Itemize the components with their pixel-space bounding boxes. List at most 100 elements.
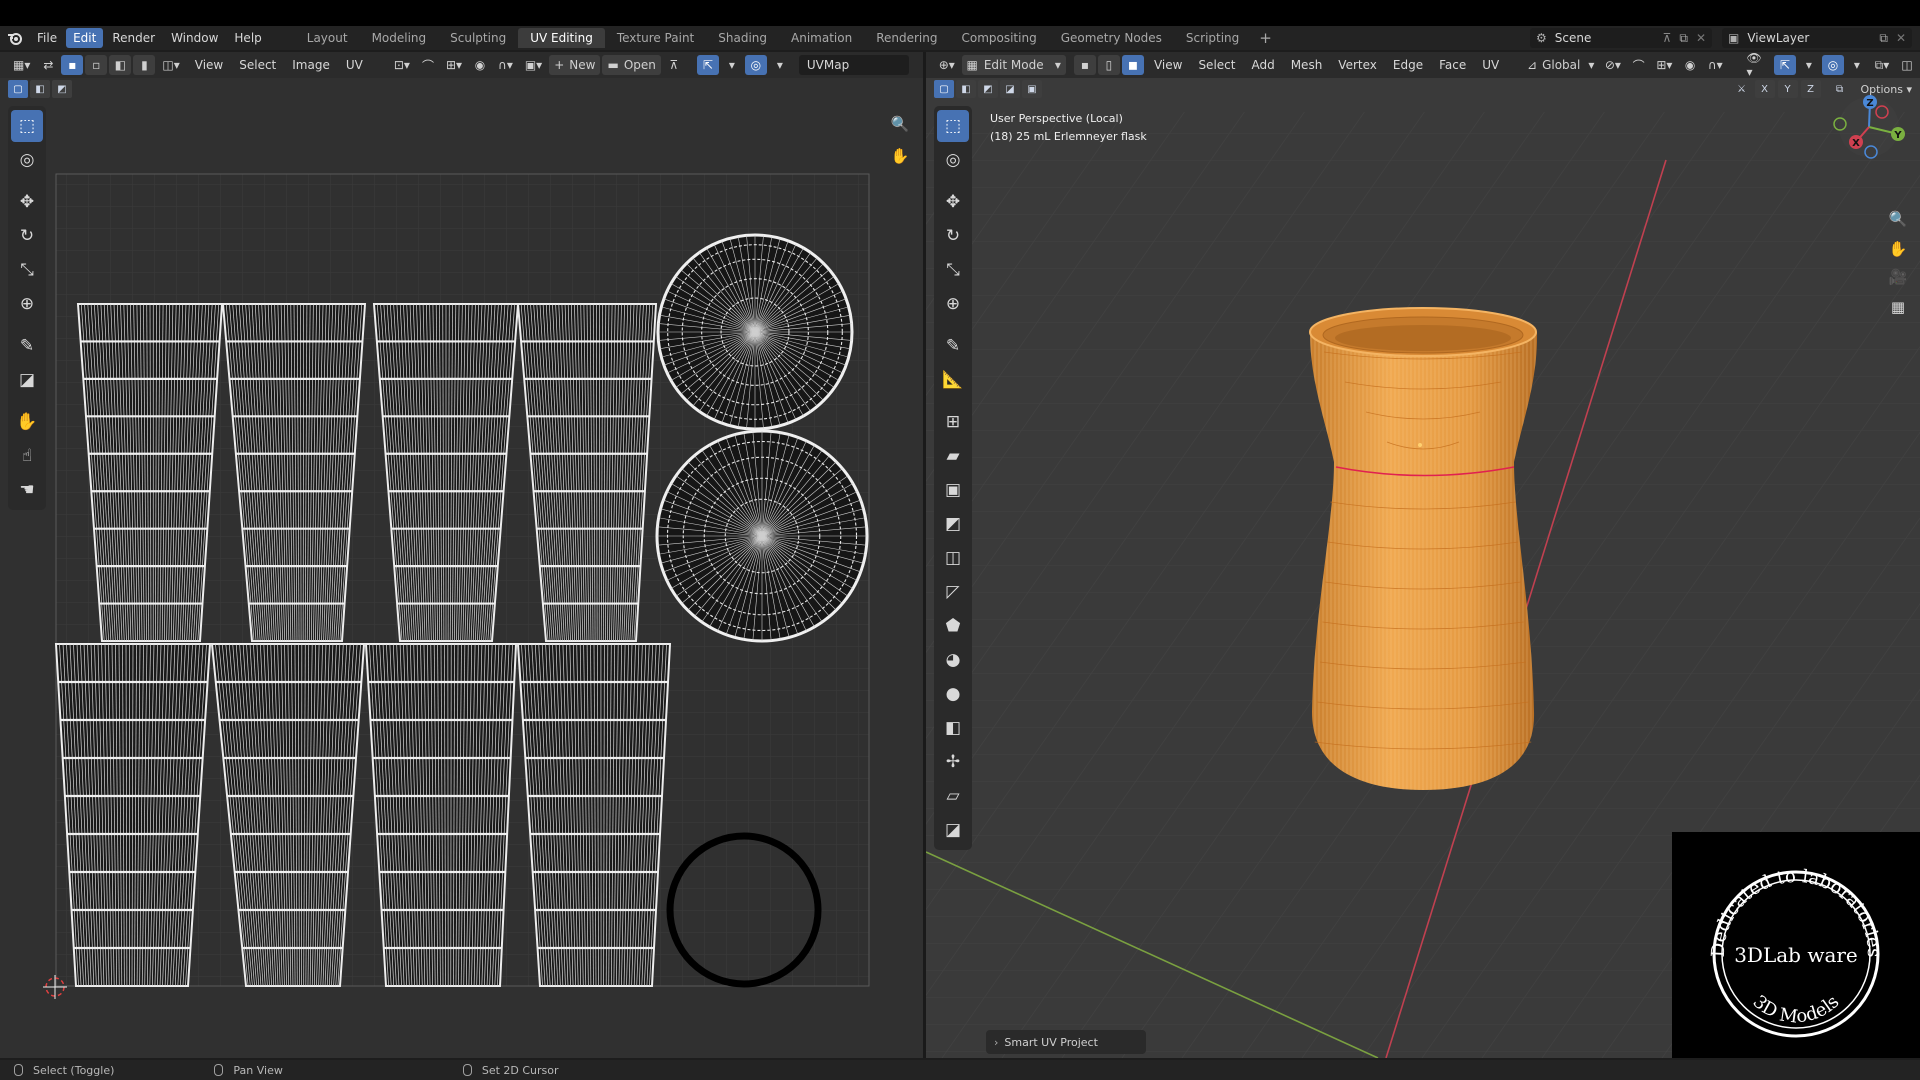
bevel-tool-icon[interactable]: ◩ xyxy=(937,508,969,540)
tab-modeling[interactable]: Modeling xyxy=(360,28,439,48)
mouse-middle-icon xyxy=(214,1064,224,1076)
last-operator-label: Smart UV Project xyxy=(1004,1035,1098,1049)
select-box-tool-icon[interactable]: ⬚ xyxy=(937,110,969,142)
status-bar: Select (Toggle) Pan View Set 2D Cursor xyxy=(0,1060,1920,1080)
extrude-tool-icon[interactable]: ▰ xyxy=(937,440,969,472)
view-layer-selector[interactable]: ▣ ViewLayer ⧉ ✕ xyxy=(1722,28,1912,48)
view-layer-name: ViewLayer xyxy=(1747,31,1810,45)
scale-tool-icon[interactable]: ⤡ xyxy=(937,254,969,286)
poly-build-tool-icon[interactable]: ⬟ xyxy=(937,610,969,642)
status-cursor-label: Set 2D Cursor xyxy=(481,1063,559,1077)
tab-texture-paint[interactable]: Texture Paint xyxy=(605,28,706,48)
gizmo-x-label: X xyxy=(1852,138,1860,149)
select-box-tool-icon[interactable]: ⬚ xyxy=(11,110,43,142)
workspace-tabs: Layout Modeling Sculpting UV Editing Tex… xyxy=(295,28,1252,48)
uv-island-side-7[interactable] xyxy=(364,643,518,987)
scale-tool-icon[interactable]: ⤡ xyxy=(11,254,43,286)
rotate-tool-icon[interactable]: ↻ xyxy=(11,220,43,252)
menu-help[interactable]: Help xyxy=(227,28,268,48)
spin-tool-icon[interactable]: ◕ xyxy=(937,644,969,676)
flask-mesh[interactable] xyxy=(1309,307,1538,790)
knife-tool-icon[interactable]: ◸ xyxy=(937,576,969,608)
transform-tool-icon[interactable]: ⊕ xyxy=(11,288,43,320)
watermark-center-text: 3DLab ware xyxy=(1734,943,1858,967)
tab-animation[interactable]: Animation xyxy=(779,28,864,48)
uv-island-side-8[interactable] xyxy=(516,643,672,987)
measure-tool-icon[interactable]: 📐 xyxy=(937,364,969,396)
tab-compositing[interactable]: Compositing xyxy=(949,28,1048,48)
annotate-tool-icon[interactable]: ✎ xyxy=(11,330,43,362)
pan-hand-icon[interactable]: ✋ xyxy=(1886,237,1910,261)
uv-toolbar: ⬚ ◎ ✥ ↻ ⤡ ⊕ ✎ ◪ ✋ ☝ ☚ xyxy=(8,106,46,510)
new-scene-icon[interactable]: ⧉ xyxy=(1679,31,1688,46)
relax-tool-icon[interactable]: ☝ xyxy=(11,440,43,472)
status-set-cursor: Set 2D Cursor xyxy=(462,1063,559,1077)
annotate-tool-icon[interactable]: ✎ xyxy=(937,330,969,362)
status-select-label: Select (Toggle) xyxy=(33,1063,115,1077)
uv-island-side-1[interactable] xyxy=(76,303,224,642)
pinch-tool-icon[interactable]: ☚ xyxy=(11,474,43,506)
pan-hand-icon[interactable]: ✋ xyxy=(888,144,912,168)
watermark-bottom-text: 3D Models xyxy=(1749,991,1844,1027)
mouse-left-icon xyxy=(14,1064,23,1076)
edge-slide-tool-icon[interactable]: ◧ xyxy=(937,712,969,744)
uv-island-cap-bottom[interactable] xyxy=(655,429,869,643)
tab-rendering[interactable]: Rendering xyxy=(864,28,949,48)
watermark-badge: Dedicated to laboratories 3DLab ware 3D … xyxy=(1672,832,1920,1058)
add-cube-tool-icon[interactable]: ⊞ xyxy=(937,406,969,438)
status-select-toggle: Select (Toggle) xyxy=(14,1064,114,1077)
mouse-right-icon xyxy=(462,1064,472,1076)
tab-geometry-nodes[interactable]: Geometry Nodes xyxy=(1049,28,1174,48)
chevron-right-icon: › xyxy=(994,1035,999,1049)
status-pan-label: Pan View xyxy=(233,1063,283,1077)
uv-island-side-5[interactable] xyxy=(54,643,212,987)
add-workspace-button[interactable]: + xyxy=(1251,29,1280,47)
perspective-toggle-icon[interactable]: ▦ xyxy=(1886,295,1910,319)
uv-canvas[interactable] xyxy=(0,52,923,1058)
uv-editor[interactable]: ▦▾ ⇄ ▪ ▫ ◧ ▮ ◫▾ View Select Image UV ⊡▾ … xyxy=(0,52,923,1058)
menu-window[interactable]: Window xyxy=(164,28,225,48)
close-icon[interactable]: ✕ xyxy=(1896,31,1906,45)
menu-edit[interactable]: Edit xyxy=(66,28,104,48)
scene-selector[interactable]: ⚙ Scene ⊼ ⧉ ✕ xyxy=(1530,28,1712,48)
viewport-toolbar: ⬚ ◎ ✥ ↻ ⤡ ⊕ ✎ 📐 ⊞ ▰ ▣ ◩ ◫ ◸ ⬟ ◕ ● ◧ ✢ ▱ … xyxy=(934,106,972,850)
uv-island-side-3[interactable] xyxy=(372,303,520,642)
window-title-bar xyxy=(0,0,1920,26)
smooth-tool-icon[interactable]: ● xyxy=(937,678,969,710)
camera-view-icon[interactable]: 🎥 xyxy=(1886,265,1910,289)
scene-name: Scene xyxy=(1554,31,1592,45)
tab-sculpting[interactable]: Sculpting xyxy=(438,28,518,48)
rip-region-tool-icon[interactable]: ◪ xyxy=(937,814,969,846)
last-operator-panel[interactable]: › Smart UV Project xyxy=(986,1030,1146,1054)
tab-scripting[interactable]: Scripting xyxy=(1174,28,1251,48)
shear-tool-icon[interactable]: ▱ xyxy=(937,780,969,812)
move-tool-icon[interactable]: ✥ xyxy=(11,186,43,218)
rotate-tool-icon[interactable]: ↻ xyxy=(937,220,969,252)
active-object-label: (18) 25 mL Erlemneyer flask xyxy=(990,130,1147,143)
menu-file[interactable]: File xyxy=(30,28,64,48)
main-menu-bar: File Edit Render Window Help Layout Mode… xyxy=(0,26,1920,50)
tab-shading[interactable]: Shading xyxy=(706,28,779,48)
cursor-tool-icon[interactable]: ◎ xyxy=(937,144,969,176)
close-icon[interactable]: ✕ xyxy=(1696,31,1706,45)
gizmo-y-label: Y xyxy=(1893,130,1902,141)
loop-cut-tool-icon[interactable]: ◫ xyxy=(937,542,969,574)
zoom-icon[interactable]: 🔍 xyxy=(1886,207,1910,231)
pin-icon[interactable]: ⊼ xyxy=(1663,31,1672,45)
blender-logo-icon[interactable] xyxy=(0,26,30,50)
move-tool-icon[interactable]: ✥ xyxy=(937,186,969,218)
shrink-fatten-tool-icon[interactable]: ✢ xyxy=(937,746,969,778)
cursor-tool-icon[interactable]: ◎ xyxy=(11,144,43,176)
new-view-layer-icon[interactable]: ⧉ xyxy=(1879,31,1888,46)
rip-tool-icon[interactable]: ◪ xyxy=(11,364,43,396)
object-origin xyxy=(1418,443,1422,447)
zoom-icon[interactable]: 🔍 xyxy=(888,112,912,136)
scene-icon: ⚙ xyxy=(1536,31,1547,45)
grab-tool-icon[interactable]: ✋ xyxy=(11,406,43,438)
menu-render[interactable]: Render xyxy=(105,28,162,48)
transform-tool-icon[interactable]: ⊕ xyxy=(937,288,969,320)
inset-tool-icon[interactable]: ▣ xyxy=(937,474,969,506)
uv-island-cap-top[interactable] xyxy=(656,233,854,431)
tab-uv-editing[interactable]: UV Editing xyxy=(518,28,605,48)
tab-layout[interactable]: Layout xyxy=(295,28,360,48)
